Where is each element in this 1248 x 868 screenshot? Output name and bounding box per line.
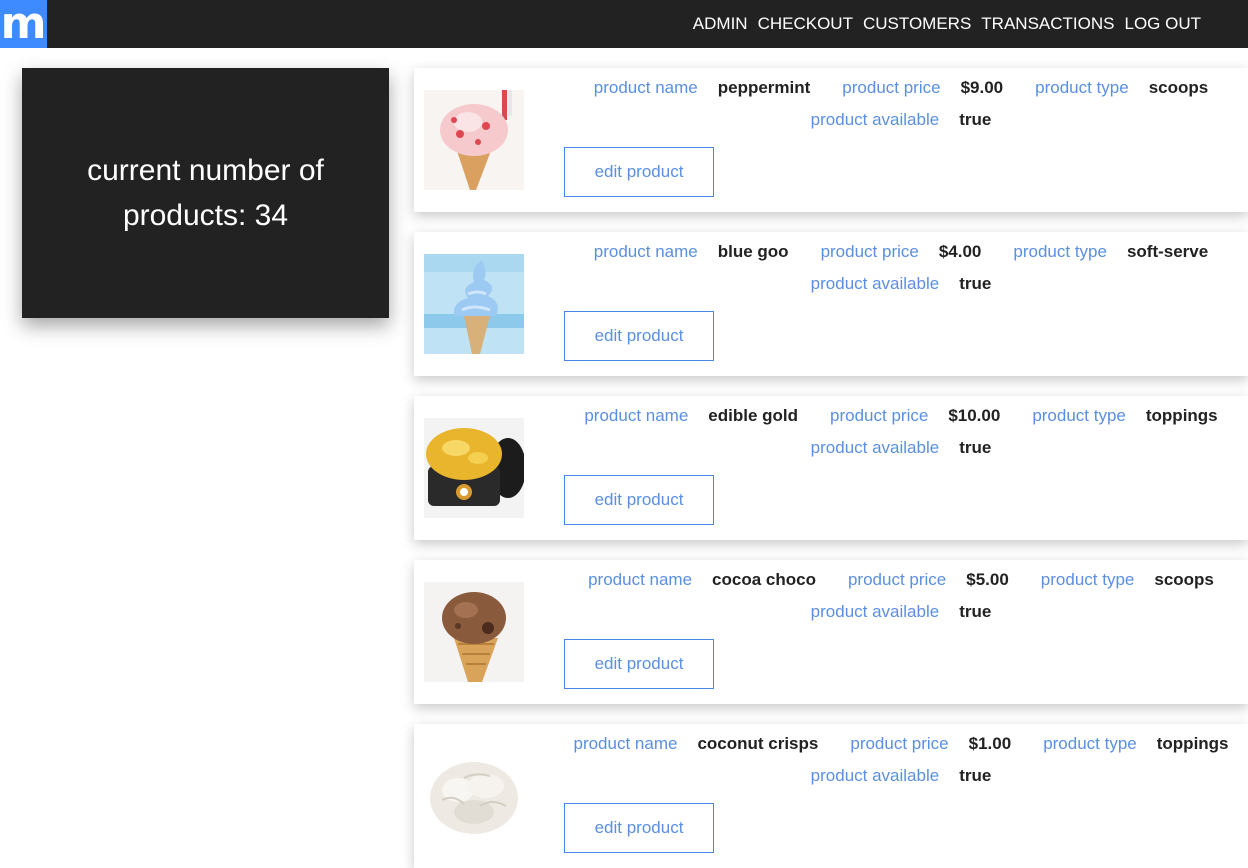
product-info-row: product name coconut crisps product pric… [554,734,1248,754]
product-price-value: $4.00 [938,242,982,261]
top-navbar: m ADMIN CHECKOUT CUSTOMERS TRANSACTIONS … [0,0,1248,48]
nav-link-checkout[interactable]: CHECKOUT [758,14,853,34]
product-card: product name cocoa choco product price $… [414,560,1248,704]
product-price-label: product price [842,78,941,97]
edit-product-button[interactable]: edit product [564,147,714,197]
product-type-value: soft-serve [1126,242,1209,261]
product-type-label: product type [1032,406,1126,425]
product-type-value: scoops [1154,570,1214,589]
product-name-value: cocoa choco [712,570,816,589]
edit-product-button[interactable]: edit product [564,639,714,689]
product-card: product name edible gold product price $… [414,396,1248,540]
product-type-value: toppings [1156,734,1229,753]
product-type-value: toppings [1145,406,1218,425]
peppermint-ice-cream-icon [424,90,524,190]
nav-link-transactions[interactable]: TRANSACTIONS [981,14,1114,34]
product-image [424,746,524,846]
product-type-label: product type [1043,734,1137,753]
product-availability-row: product available true [554,274,1248,294]
product-availability-row: product available true [554,766,1248,786]
nav-link-customers[interactable]: CUSTOMERS [863,14,971,34]
product-available-value: true [959,766,992,785]
product-image [424,582,524,682]
product-available-value: true [959,274,992,293]
coconut-flakes-icon [424,746,524,846]
product-count-text: current number of products: 34 [87,154,324,232]
product-price-value: $9.00 [960,78,1004,97]
blue-soft-serve-cone-icon [424,254,524,354]
product-name-label: product name [588,570,693,589]
product-name-label: product name [584,406,689,425]
product-name-value: edible gold [708,406,799,425]
product-type-value: scoops [1148,78,1209,97]
product-available-label: product available [810,274,940,293]
product-count-card: current number of products: 34 [22,68,389,318]
product-available-label: product available [810,438,940,457]
product-name-label: product name [573,734,678,753]
product-name-label: product name [593,78,698,97]
product-availability-row: product available true [554,602,1248,622]
product-type-label: product type [1013,242,1107,261]
nav-link-admin[interactable]: ADMIN [693,14,748,34]
product-card: product name peppermint product price $9… [414,68,1248,212]
product-type-label: product type [1035,78,1129,97]
product-image [424,90,524,190]
chocolate-ice-cream-cone-icon [424,582,524,682]
product-price-label: product price [830,406,929,425]
product-available-label: product available [810,110,940,129]
product-available-label: product available [810,602,940,621]
product-name-value: coconut crisps [697,734,819,753]
nav-link-log-out[interactable]: LOG OUT [1124,14,1201,34]
product-info-row: product name blue goo product price $4.0… [554,242,1248,262]
product-available-value: true [959,110,992,129]
product-price-value: $1.00 [968,734,1012,753]
product-price-value: $5.00 [966,570,1009,589]
product-price-value: $10.00 [948,406,1001,425]
product-availability-row: product available true [554,438,1248,458]
logo[interactable]: m [0,0,47,48]
product-card: product name blue goo product price $4.0… [414,232,1248,376]
product-info-row: product name peppermint product price $9… [554,78,1248,98]
product-price-label: product price [847,570,947,589]
gold-flakes-jar-icon [424,418,524,518]
edit-product-button[interactable]: edit product [564,475,714,525]
edit-product-button[interactable]: edit product [564,803,714,853]
product-price-label: product price [820,242,919,261]
product-info-row: product name cocoa choco product price $… [554,570,1248,590]
product-name-value: peppermint [717,78,811,97]
nav-links: ADMIN CHECKOUT CUSTOMERS TRANSACTIONS LO… [693,0,1201,48]
product-image [424,254,524,354]
product-available-value: true [959,602,992,621]
product-available-value: true [959,438,992,457]
product-info-row: product name edible gold product price $… [554,406,1248,426]
product-name-value: blue goo [717,242,789,261]
product-price-label: product price [850,734,949,753]
product-type-label: product type [1040,570,1135,589]
product-card: product name coconut crisps product pric… [414,724,1248,868]
product-image [424,418,524,518]
product-availability-row: product available true [554,110,1248,130]
edit-product-button[interactable]: edit product [564,311,714,361]
product-available-label: product available [810,766,940,785]
product-name-label: product name [593,242,698,261]
